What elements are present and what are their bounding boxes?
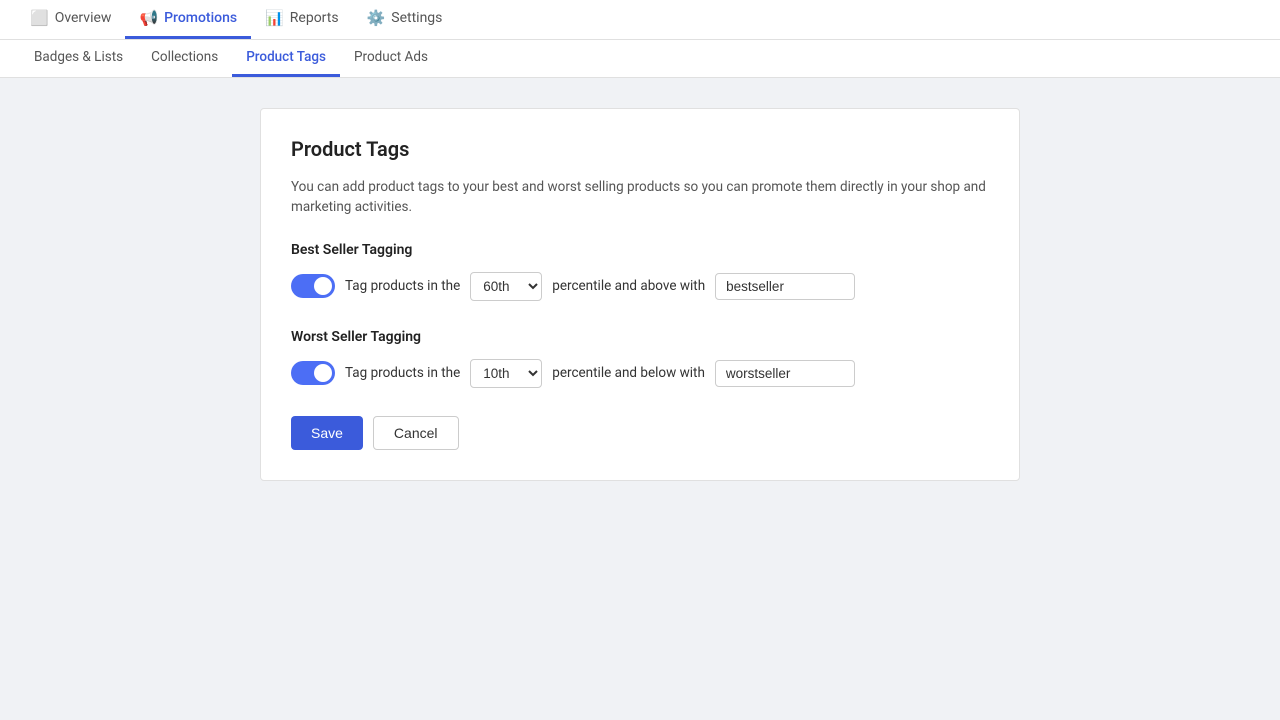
best-seller-above-label: percentile and above with [552,278,705,294]
subnav-collections[interactable]: Collections [137,40,232,77]
best-seller-toggle[interactable] [291,274,335,298]
best-seller-title: Best Seller Tagging [291,242,989,258]
nav-label-promotions: Promotions [164,10,237,26]
nav-item-overview[interactable]: ⬜ Overview [16,0,125,39]
promotions-icon: 📢 [139,9,158,27]
worst-seller-tag-input[interactable] [715,360,855,387]
nav-label-reports: Reports [290,10,339,26]
worst-seller-tag-label: Tag products in the [345,365,460,381]
worst-seller-below-label: percentile and below with [552,365,705,381]
main-content: Product Tags You can add product tags to… [0,78,1280,511]
worst-seller-row: Tag products in the 10th 20th 30th 40th … [291,359,989,388]
reports-icon: 📊 [265,9,284,27]
card-description: You can add product tags to your best an… [291,177,989,218]
save-button[interactable]: Save [291,416,363,450]
subnav-product-ads[interactable]: Product Ads [340,40,442,77]
worst-seller-toggle[interactable] [291,361,335,385]
nav-item-promotions[interactable]: 📢 Promotions [125,0,251,39]
sub-nav: Badges & Lists Collections Product Tags … [0,40,1280,78]
nav-item-settings[interactable]: ⚙️ Settings [353,0,457,39]
nav-label-settings: Settings [391,10,442,26]
overview-icon: ⬜ [30,9,49,27]
best-seller-percentile-select[interactable]: 10th 20th 30th 40th 50th 60th 70th 80th … [470,272,542,301]
best-seller-section: Best Seller Tagging Tag products in the … [291,242,989,301]
nav-item-reports[interactable]: 📊 Reports [251,0,352,39]
best-seller-tag-input[interactable] [715,273,855,300]
cancel-button[interactable]: Cancel [373,416,459,450]
top-nav: ⬜ Overview 📢 Promotions 📊 Reports ⚙️ Set… [0,0,1280,40]
settings-icon: ⚙️ [367,9,386,27]
card-title: Product Tags [291,137,989,161]
worst-seller-title: Worst Seller Tagging [291,329,989,345]
worst-seller-section: Worst Seller Tagging Tag products in the… [291,329,989,388]
nav-label-overview: Overview [55,10,112,26]
subnav-badges-lists[interactable]: Badges & Lists [20,40,137,77]
worst-seller-percentile-select[interactable]: 10th 20th 30th 40th 50th 60th 70th 80th … [470,359,542,388]
product-tags-card: Product Tags You can add product tags to… [260,108,1020,481]
worst-seller-toggle-slider [291,361,335,385]
subnav-product-tags[interactable]: Product Tags [232,40,340,77]
button-row: Save Cancel [291,416,989,450]
best-seller-toggle-slider [291,274,335,298]
best-seller-row: Tag products in the 10th 20th 30th 40th … [291,272,989,301]
best-seller-tag-label: Tag products in the [345,278,460,294]
